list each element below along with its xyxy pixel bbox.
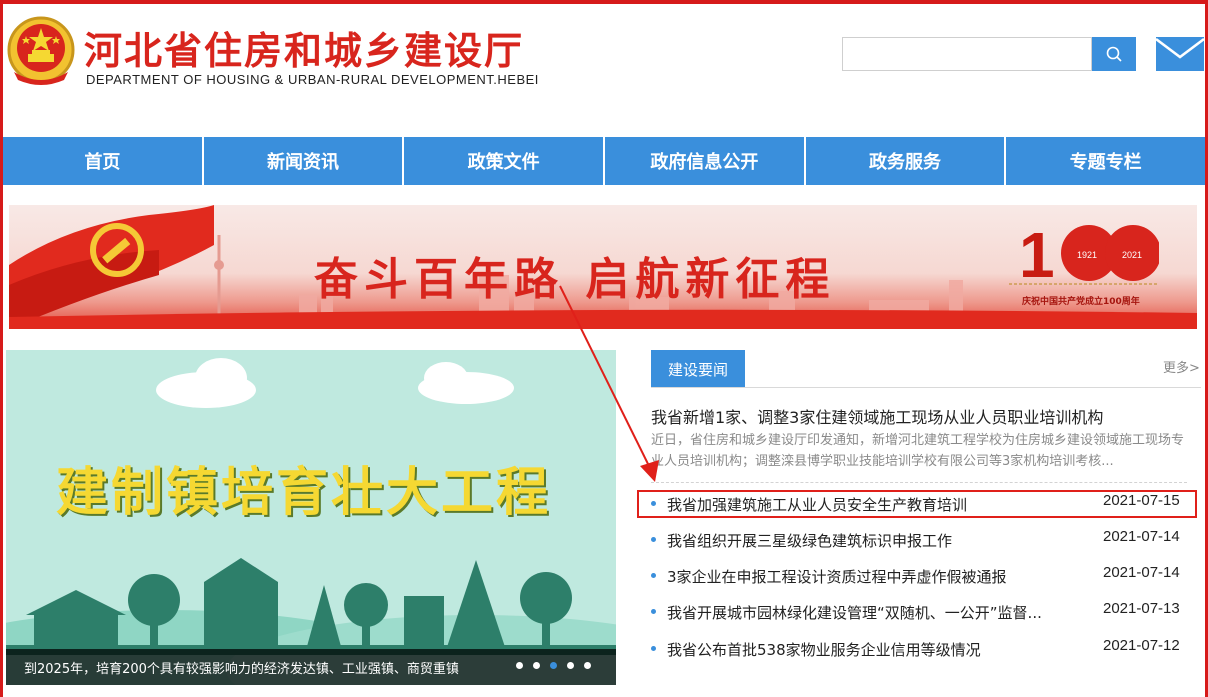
- site-subtitle: DEPARTMENT OF HOUSING & URBAN-RURAL DEVE…: [86, 72, 539, 87]
- slide-dot-1[interactable]: [516, 662, 523, 669]
- news-item-title[interactable]: 我省开展城市园林绿化建设管理“双随机、一公开”监督...: [667, 602, 1087, 623]
- news-item[interactable]: 3家企业在申报工程设计资质过程中弄虚作假被通报 2021-07-14: [651, 564, 1196, 588]
- frame-left-border: [0, 0, 3, 697]
- main-nav: 首页 新闻资讯 政策文件 政府信息公开 政务服务 专题专栏: [3, 137, 1206, 185]
- news-item-date: 2021-07-13: [1103, 600, 1180, 617]
- featured-divider: [651, 482, 1187, 483]
- news-item-date: 2021-07-12: [1103, 637, 1180, 654]
- tab-construction-news[interactable]: 建设要闻: [651, 350, 745, 388]
- centenary-badge: 1 1921 2021: [1019, 215, 1161, 293]
- bullet-icon: [651, 573, 656, 578]
- slide-dot-3[interactable]: [550, 662, 557, 669]
- slide-dot-4[interactable]: [567, 662, 574, 669]
- frame-top-border: [0, 0, 1208, 4]
- svg-text:1: 1: [1019, 219, 1055, 289]
- badge-year-2021: 2021: [1122, 250, 1143, 260]
- bullet-icon: [651, 609, 656, 614]
- news-item[interactable]: 我省公布首批538家物业服务企业信用等级情况 2021-07-12: [651, 637, 1196, 661]
- party-anniversary-banner[interactable]: 奋斗百年路 启航新征程 1 1921 2021 庆祝中国共产党成立100周年: [9, 205, 1197, 329]
- slideshow[interactable]: 建制镇培育壮大工程 到2025年，培育200个具有较强影响力的经济发达镇、工业强…: [6, 350, 616, 685]
- slide-caption[interactable]: 到2025年，培育200个具有较强影响力的经济发达镇、工业强镇、商贸重镇: [24, 658, 459, 677]
- nav-item-gov-info[interactable]: 政府信息公开: [605, 137, 806, 185]
- bullet-icon: [651, 646, 656, 651]
- tab-underline: [651, 387, 1201, 388]
- search-input[interactable]: [842, 37, 1092, 71]
- annotation-highlight-box: [637, 490, 1197, 518]
- news-item-title[interactable]: 3家企业在申报工程设计资质过程中弄虚作假被通报: [667, 566, 1087, 587]
- news-item[interactable]: 我省开展城市园林绿化建设管理“双随机、一公开”监督... 2021-07-13: [651, 600, 1196, 624]
- bullet-icon: [651, 537, 656, 542]
- slide-dot-5[interactable]: [584, 662, 591, 669]
- site-title: 河北省住房和城乡建设厅: [84, 29, 525, 73]
- featured-news-title[interactable]: 我省新增1家、调整3家住建领域施工现场从业人员职业培训机构: [651, 404, 1103, 428]
- featured-news-summary: 近日，省住房和城乡建设厅印发通知，新增河北建筑工程学校为住房城乡建设领域施工现场…: [651, 433, 1185, 469]
- slide-pagination: [516, 662, 591, 669]
- nav-item-home[interactable]: 首页: [3, 137, 204, 185]
- slide-dot-2[interactable]: [533, 662, 540, 669]
- search-button[interactable]: [1092, 37, 1136, 71]
- banner-slogan: 奋斗百年路 启航新征程: [314, 254, 836, 305]
- news-item-date: 2021-07-14: [1103, 528, 1180, 545]
- national-emblem-icon[interactable]: [6, 14, 76, 88]
- search-icon: [1106, 46, 1122, 62]
- slide-headline: 建制镇培育壮大工程: [56, 463, 552, 523]
- news-item-date: 2021-07-14: [1103, 564, 1180, 581]
- news-item[interactable]: 我省组织开展三星级绿色建筑标识申报工作 2021-07-14: [651, 528, 1196, 552]
- nav-item-news[interactable]: 新闻资讯: [203, 137, 405, 185]
- news-item-title[interactable]: 我省公布首批538家物业服务企业信用等级情况: [667, 639, 1087, 660]
- nav-item-topics[interactable]: 专题专栏: [1006, 137, 1206, 185]
- mail-icon[interactable]: [1155, 37, 1205, 71]
- nav-item-policy[interactable]: 政策文件: [404, 137, 606, 185]
- banner-caption: 庆祝中国共产党成立100周年: [1022, 297, 1140, 307]
- nav-item-services[interactable]: 政务服务: [805, 137, 1007, 185]
- news-item-title[interactable]: 我省组织开展三星级绿色建筑标识申报工作: [667, 530, 1087, 551]
- badge-year-1921: 1921: [1077, 250, 1098, 260]
- more-link[interactable]: 更多>: [1163, 357, 1200, 376]
